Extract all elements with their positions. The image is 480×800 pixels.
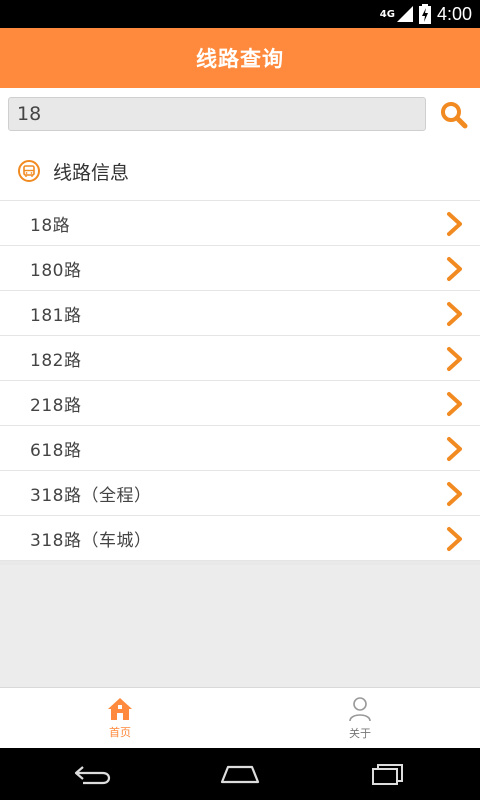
signal-icon: [396, 6, 413, 22]
chevron-right-icon: [447, 527, 462, 551]
list-item[interactable]: 618路: [0, 426, 480, 471]
status-bar: 4G 4:00: [0, 0, 480, 28]
system-nav-bar: [0, 748, 480, 800]
route-label: 318路（全程）: [30, 485, 152, 506]
battery-icon: [418, 4, 431, 24]
home-nav-button[interactable]: [214, 758, 266, 790]
route-label: 218路: [30, 395, 82, 416]
search-input[interactable]: [8, 97, 426, 131]
route-label: 318路（车城）: [30, 530, 152, 551]
list-item[interactable]: 181路: [0, 291, 480, 336]
recents-icon: [372, 764, 403, 785]
back-button[interactable]: [67, 758, 119, 790]
chevron-right-icon: [447, 482, 462, 506]
list-item[interactable]: 218路: [0, 381, 480, 426]
route-list: 18路 180路 181路 182路 218路 618路 318路（全程） 31…: [0, 201, 480, 561]
recents-button[interactable]: [362, 758, 414, 790]
back-icon: [74, 766, 111, 785]
list-item[interactable]: 182路: [0, 336, 480, 381]
home-icon: [108, 698, 132, 720]
section-title: 线路信息: [53, 161, 130, 184]
tab-about[interactable]: 关于: [240, 688, 480, 749]
list-item[interactable]: 18路: [0, 201, 480, 246]
chevron-right-icon: [447, 437, 462, 461]
chevron-right-icon: [447, 257, 462, 281]
route-label: 618路: [30, 440, 82, 461]
route-label: 180路: [30, 260, 82, 281]
chevron-right-icon: [447, 302, 462, 326]
status-time: 4:00: [436, 3, 472, 24]
tab-about-label: 关于: [349, 727, 371, 740]
home-nav-icon: [220, 765, 260, 784]
search-bar: [0, 88, 480, 143]
chevron-right-icon: [447, 347, 462, 371]
route-label: 18路: [30, 215, 71, 236]
tab-bar: 首页 关于: [0, 687, 480, 749]
user-icon: [349, 697, 371, 722]
list-item[interactable]: 180路: [0, 246, 480, 291]
empty-area: [0, 565, 480, 687]
route-label: 181路: [30, 305, 82, 326]
network-type: 4G: [379, 8, 395, 20]
section-header: 线路信息: [0, 142, 480, 201]
bus-icon: [18, 160, 40, 182]
chevron-right-icon: [447, 392, 462, 416]
list-item[interactable]: 318路（全程）: [0, 471, 480, 516]
list-item[interactable]: 318路（车城）: [0, 516, 480, 561]
search-icon: [441, 102, 468, 129]
route-label: 182路: [30, 350, 82, 371]
tab-home-label: 首页: [109, 726, 131, 739]
page-title: 线路查询: [196, 47, 284, 71]
app-header: 线路查询: [0, 28, 480, 88]
tab-home[interactable]: 首页: [0, 688, 240, 749]
chevron-right-icon: [447, 212, 462, 236]
search-button[interactable]: [436, 97, 472, 133]
